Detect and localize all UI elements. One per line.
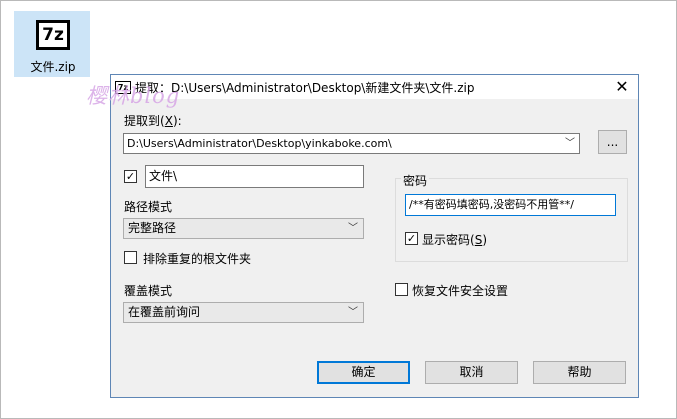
desktop-file-icon-zip[interactable]: 7z 文件.zip (14, 11, 90, 77)
watermark: 樱林blog (86, 84, 181, 108)
path-mode-select[interactable]: 完整路径 ﹀ (123, 218, 364, 239)
desktop-icon-label: 文件.zip (30, 60, 76, 74)
browse-button[interactable]: ... (598, 130, 627, 154)
help-button[interactable]: 帮助 (533, 361, 626, 384)
overwrite-mode-label: 覆盖模式 (124, 284, 173, 298)
chevron-down-icon: ﹀ (348, 223, 358, 234)
cancel-button[interactable]: 取消 (425, 361, 518, 384)
path-mode-value: 完整路径 (128, 221, 177, 235)
eliminate-root-checkbox[interactable] (124, 251, 137, 264)
overwrite-mode-value: 在覆盖前询问 (128, 305, 201, 319)
7zip-file-icon: 7z (36, 20, 70, 50)
subfolder-checkbox[interactable]: ✓ (124, 170, 137, 183)
title-bar[interactable]: 7z 提取：D:\Users\Administrator\Desktop\新建文… (111, 75, 638, 99)
extract-path-value: D:\Users\Administrator\Desktop\yinkaboke… (127, 137, 392, 150)
show-password-label: 显示密码(S) (422, 233, 488, 247)
show-password-checkbox[interactable]: ✓ (405, 232, 418, 245)
dialog-title: 提取：D:\Users\Administrator\Desktop\新建文件夹\… (135, 81, 475, 95)
password-group (395, 178, 628, 262)
path-mode-label: 路径模式 (124, 200, 173, 214)
restore-security-checkbox[interactable] (395, 283, 408, 296)
password-input[interactable]: /**有密码填密码,没密码不用管**/ (405, 194, 616, 216)
subfolder-input[interactable]: 文件\ (145, 165, 364, 188)
extract-path-combobox[interactable]: D:\Users\Administrator\Desktop\yinkaboke… (123, 133, 580, 154)
password-group-label: 密码 (401, 172, 430, 189)
chevron-down-icon[interactable]: ﹀ (563, 134, 577, 153)
close-icon[interactable]: ✕ (612, 77, 632, 97)
extract-dialog: 7z 提取：D:\Users\Administrator\Desktop\新建文… (110, 74, 639, 398)
overwrite-mode-select[interactable]: 在覆盖前询问 ﹀ (123, 302, 364, 323)
eliminate-root-label: 排除重复的根文件夹 (143, 252, 252, 266)
restore-security-label: 恢复文件安全设置 (412, 284, 509, 298)
ok-button[interactable]: 确定 (317, 361, 410, 384)
extract-to-label: 提取到(X): (124, 114, 182, 128)
chevron-down-icon: ﹀ (348, 307, 358, 318)
